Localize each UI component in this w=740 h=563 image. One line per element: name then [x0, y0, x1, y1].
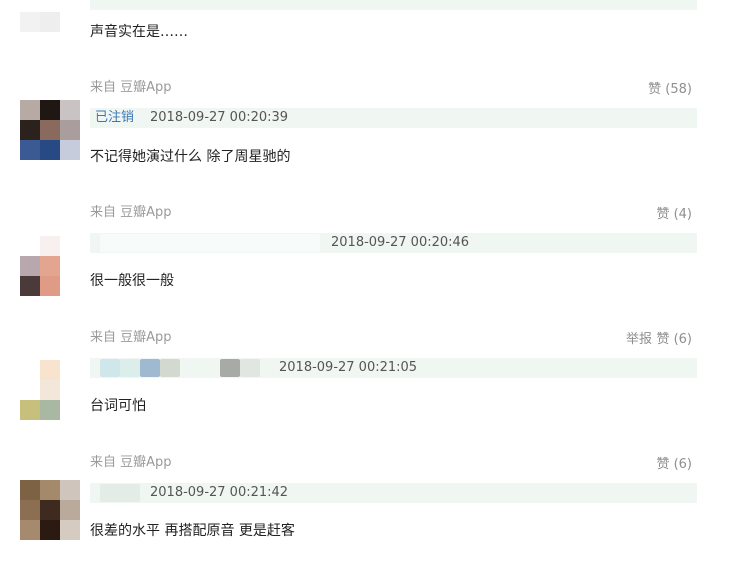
- name-fragment: [100, 359, 120, 377]
- name-fragment: [160, 359, 180, 377]
- comment-text: 声音实在是……: [90, 24, 188, 40]
- avatar[interactable]: [20, 100, 80, 160]
- avatar[interactable]: [20, 480, 80, 540]
- comment-text: 很差的水平 再搭配原音 更是赶客: [90, 523, 295, 539]
- avatar[interactable]: [20, 360, 80, 420]
- source-label: 来自 豆瓣App: [90, 80, 172, 95]
- name-fragment: [140, 359, 160, 377]
- name-fragment: [120, 359, 140, 377]
- source-label: 来自 豆瓣App: [90, 330, 172, 345]
- vote-button[interactable]: 赞 (58): [648, 82, 692, 98]
- comment-text: 台词可怕: [90, 398, 146, 414]
- timestamp: 2018-09-27 00:20:39: [150, 110, 289, 125]
- timestamp: 2018-09-27 00:21:05: [279, 360, 418, 375]
- name-fragment: [220, 359, 240, 377]
- vote-button[interactable]: 赞 (4): [656, 207, 692, 223]
- avatar[interactable]: [20, 236, 80, 296]
- timestamp: 2018-09-27 00:21:42: [150, 485, 289, 500]
- name-fragment: [240, 359, 260, 377]
- vote-button[interactable]: 赞 (6): [656, 332, 692, 348]
- comment-text: 不记得她演过什么 除了周星驰的: [90, 149, 291, 165]
- vote-button[interactable]: 赞 (6): [656, 457, 692, 473]
- report-button[interactable]: 举报: [626, 332, 652, 348]
- username-link[interactable]: [100, 484, 140, 502]
- comment-text: 很一般很一般: [90, 273, 174, 289]
- avatar[interactable]: [20, 0, 80, 32]
- timestamp: 2018-09-27 00:20:46: [331, 235, 470, 250]
- username-link[interactable]: 已注销: [95, 108, 134, 128]
- comment-meta-bar: [90, 0, 697, 10]
- source-label: 来自 豆瓣App: [90, 205, 172, 220]
- username-link[interactable]: [100, 234, 320, 252]
- source-label: 来自 豆瓣App: [90, 455, 172, 470]
